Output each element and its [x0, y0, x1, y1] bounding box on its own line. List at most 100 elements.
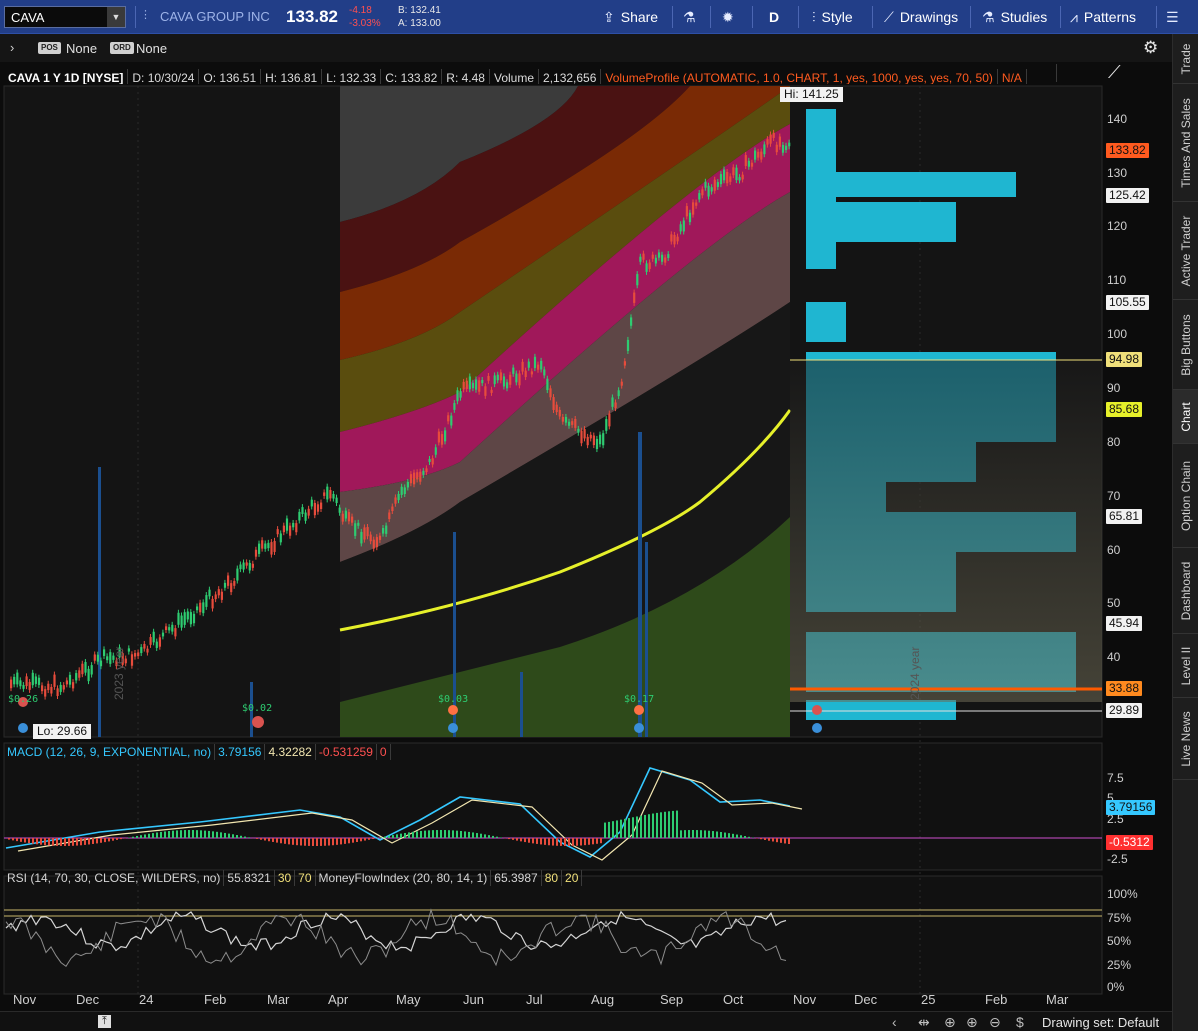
candle-body [149, 637, 152, 645]
candle-body [437, 431, 440, 443]
tab-option-chain[interactable]: Option Chain [1173, 444, 1198, 548]
settings-button[interactable]: ✹ [722, 8, 740, 28]
candle-body [741, 174, 744, 180]
candle-body [93, 654, 96, 661]
candle-body [168, 627, 171, 631]
macd-histogram-bar [468, 831, 470, 838]
candle-body [766, 139, 769, 145]
tab-big-buttons[interactable]: Big Buttons [1173, 300, 1198, 390]
macd-histogram-bar [56, 838, 58, 846]
candle-body [481, 380, 484, 384]
candle-body [639, 256, 642, 262]
macd-histogram-bar [352, 838, 354, 843]
candle-body [623, 361, 626, 366]
candle-body [295, 523, 298, 533]
candle-body [106, 656, 109, 661]
candle-body [568, 421, 571, 426]
pan-icon[interactable]: ⇹ [918, 1014, 930, 1031]
tab-times-and-sales[interactable]: Times And Sales [1173, 84, 1198, 202]
macd-histogram-bar [664, 811, 666, 838]
macd-histogram-bar [136, 835, 138, 838]
tab-dashboard[interactable]: Dashboard [1173, 548, 1198, 634]
gear-icon[interactable]: ⚙ [1143, 38, 1158, 58]
candle-body [152, 631, 155, 643]
position-value[interactable]: None [66, 41, 97, 56]
macd-histogram-bar [596, 838, 598, 844]
macd-histogram-bar [316, 838, 318, 846]
candle-body [13, 676, 16, 685]
macd-histogram-bar [148, 833, 150, 838]
candle-body [25, 676, 28, 687]
toolbar-divider [1156, 6, 1157, 28]
tab-chart[interactable]: Chart [1173, 390, 1198, 444]
zoom-out-icon[interactable]: ⊖ [989, 1014, 1001, 1031]
time-axis-label: Nov [793, 992, 817, 1007]
interval-button[interactable]: D [769, 8, 779, 28]
macd-histogram-bar [388, 835, 390, 838]
macd-study-name[interactable]: MACD (12, 26, 9, EXPONENTIAL, no) [4, 744, 216, 760]
macd-histogram-bar [100, 838, 102, 843]
order-value[interactable]: None [136, 41, 167, 56]
macd-histogram-bar [632, 817, 634, 838]
macd-histogram-bar [472, 832, 474, 838]
macd-histogram-bar [216, 831, 218, 838]
price-tag: 65.81 [1106, 509, 1143, 524]
macd-histogram-bar [8, 838, 10, 840]
candle-body [524, 370, 527, 378]
chevron-left-icon[interactable]: ‹ [892, 1014, 897, 1030]
expand-up-icon[interactable]: ⤒ [98, 1015, 111, 1028]
time-axis-label: 25 [921, 992, 936, 1007]
macd-histogram-bar [512, 838, 514, 840]
candle-body [630, 317, 633, 326]
macd-histogram-bar [616, 820, 618, 838]
macd-histogram-bar [768, 838, 770, 841]
menu-button[interactable]: ☰ [1166, 8, 1185, 28]
toolbar-divider [1060, 6, 1061, 28]
drawing-set-selector[interactable]: Drawing set: Default [1042, 1015, 1159, 1030]
candle-body [174, 628, 177, 637]
macd-histogram-bar [188, 830, 190, 838]
price-tag: 29.89 [1106, 703, 1143, 718]
macd-histogram-bar [160, 831, 162, 838]
patterns-button[interactable]: ⩘ Patterns [1070, 8, 1136, 28]
candle-body [183, 612, 186, 625]
macd-histogram-bar [92, 838, 94, 844]
candle-body [72, 682, 75, 689]
chevron-right-icon[interactable]: › [10, 40, 14, 55]
tab-trade[interactable]: Trade [1173, 34, 1198, 84]
candle-body [676, 236, 679, 242]
crosshair-icon[interactable]: ⊕ [944, 1014, 956, 1031]
grip-icon[interactable]: ⋮ [140, 8, 151, 21]
macd-histogram-bar [540, 838, 542, 845]
candle-body [65, 680, 68, 685]
candle-body [140, 647, 143, 654]
candle-body [202, 602, 205, 614]
toolbar-divider [872, 6, 873, 28]
macd-axis-label: -2.5 [1107, 852, 1128, 866]
share-button[interactable]: ⇪ Share [603, 8, 658, 28]
drawings-button[interactable]: ⟋ Drawings [884, 8, 958, 28]
studies-button[interactable]: ⚗ Studies [982, 8, 1047, 28]
zoom-in-icon[interactable]: ⊕ [966, 1014, 978, 1031]
symbol-input[interactable]: CAVA ▼ [4, 6, 126, 28]
tab-level-ii[interactable]: Level II [1173, 634, 1198, 698]
dollar-icon[interactable]: $ [1016, 1014, 1024, 1030]
candle-body [419, 471, 422, 482]
flask-icon: ⚗ [683, 9, 696, 25]
macd-histogram-bar [40, 838, 42, 845]
style-button[interactable]: ⫶ Style [812, 8, 853, 28]
tab-active-trader[interactable]: Active Trader [1173, 202, 1198, 300]
value-area-shade [790, 360, 1102, 702]
chevron-down-icon[interactable]: ▼ [107, 7, 125, 27]
candle-body [354, 523, 357, 536]
candle-body [586, 436, 589, 446]
tab-live-news[interactable]: Live News [1173, 698, 1198, 780]
macd-histogram-bar [292, 838, 294, 845]
candle-body [211, 598, 214, 609]
candle-body [357, 522, 360, 526]
macd-histogram-bar [116, 838, 118, 840]
macd-histogram-bar [592, 838, 594, 845]
mfi-study-name[interactable]: MoneyFlowIndex (20, 80, 14, 1) [316, 870, 492, 886]
lab-button[interactable]: ⚗ [683, 8, 702, 28]
rsi-study-name[interactable]: RSI (14, 70, 30, CLOSE, WILDERS, no) [4, 870, 225, 886]
